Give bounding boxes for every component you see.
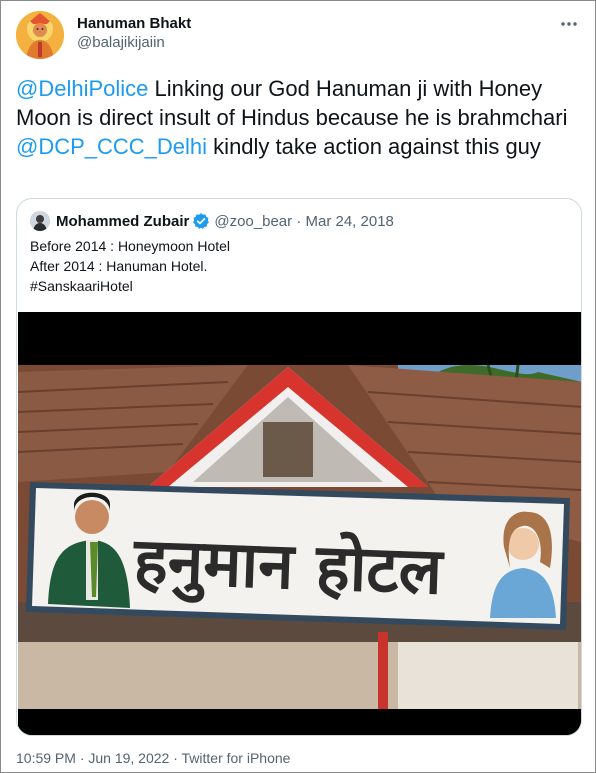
quoted-text-line: After 2014 : Hanuman Hotel. [30,258,208,274]
verified-badge-icon [193,213,210,229]
quoted-tweet[interactable]: Mohammed Zubair @zoo_bear · Mar 24, 2018… [16,198,582,736]
author-name[interactable]: Hanuman Bhakt [77,14,191,33]
sign-text: हनुमान होटल [132,524,447,613]
tweet-text: @DelhiPolice Linking our God Hanuman ji … [16,74,582,161]
media-frame: हनुमान होटल [18,312,581,735]
avatar[interactable] [16,11,64,59]
separator-dot: · [296,212,302,230]
mention-link[interactable]: @DCP_CCC_Delhi [16,134,207,159]
tweet-timestamp[interactable]: 10:59 PM · Jun 19, 2022 · Twitter for iP… [16,750,290,766]
quoted-text-line: Before 2014 : Honeymoon Hotel [30,238,231,254]
quoted-tweet-text: Before 2014 : Honeymoon Hotel After 2014… [30,236,230,296]
quoted-author-name[interactable]: Mohammed Zubair [56,213,189,230]
hashtag-link[interactable]: #SanskaariHotel [30,276,230,296]
more-horizontal-icon[interactable] [556,13,582,35]
quoted-media-video[interactable]: हनुमान होटल [18,312,581,735]
tweet-text-segment: kindly take action against this guy [207,134,541,159]
tweet-header: Hanuman Bhakt @balajikijaiin [16,11,582,61]
mention-link[interactable]: @DelhiPolice [16,76,148,101]
author-handle[interactable]: @balajikijaiin [77,33,191,53]
quoted-avatar[interactable] [30,211,50,231]
tweet-card: Hanuman Bhakt @balajikijaiin @DelhiPolic… [0,0,596,773]
quoted-author-handle[interactable]: @zoo_bear [214,213,292,230]
quoted-tweet-header: Mohammed Zubair @zoo_bear · Mar 24, 2018 [30,210,394,232]
quoted-date[interactable]: Mar 24, 2018 [305,213,393,230]
